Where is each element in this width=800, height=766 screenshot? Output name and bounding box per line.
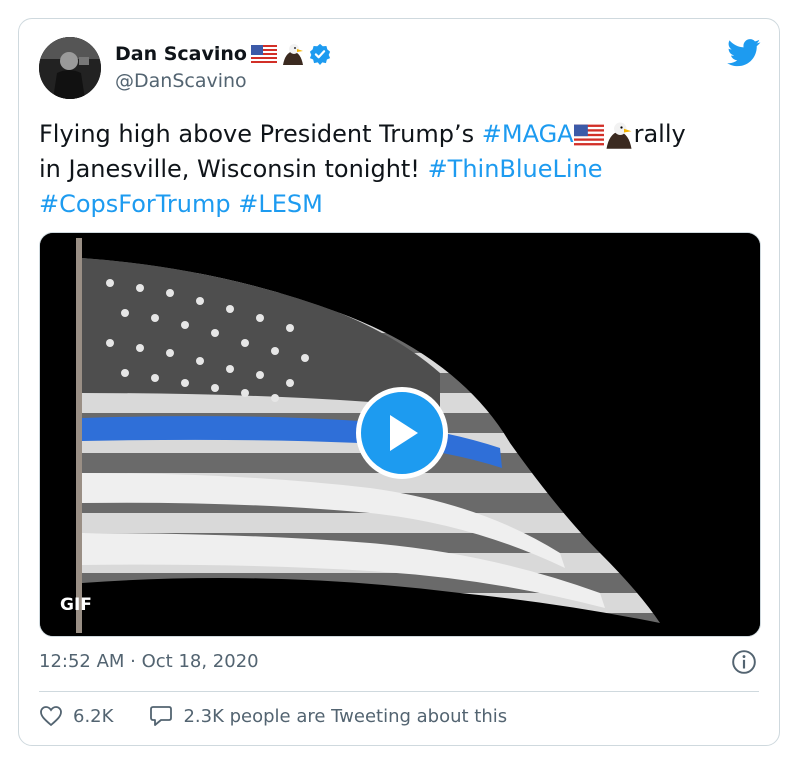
avatar-photo bbox=[39, 37, 101, 99]
speech-bubble-icon bbox=[150, 706, 173, 726]
twitter-logo-icon[interactable] bbox=[727, 39, 761, 67]
tweet-text: Flying high above President Trump’s #MAG… bbox=[39, 117, 764, 222]
play-button[interactable] bbox=[356, 387, 448, 479]
tweet-timestamp[interactable]: 12:52 AM · Oct 18, 2020 bbox=[39, 651, 259, 672]
tweet-text-segment: rally bbox=[633, 120, 686, 148]
hashtag-link[interactable]: #ThinBlueLine bbox=[428, 155, 603, 183]
eagle-emoji-icon bbox=[606, 122, 632, 149]
us-flag-emoji-icon bbox=[250, 45, 277, 63]
author-handle[interactable]: @DanScavino bbox=[115, 70, 247, 92]
hashtag-link[interactable]: #LESM bbox=[238, 190, 323, 218]
play-icon bbox=[390, 415, 418, 451]
tweet-actions: 6.2K 2.3K people are Tweeting about this bbox=[39, 705, 543, 727]
like-button[interactable]: 6.2K bbox=[39, 705, 113, 727]
author-display-name[interactable]: Dan Scavino bbox=[115, 43, 247, 65]
tweet-text-segment: in Janesville, Wisconsin tonight! bbox=[39, 155, 428, 183]
heart-icon bbox=[40, 706, 62, 727]
like-count: 6.2K bbox=[73, 705, 114, 727]
avatar[interactable] bbox=[39, 37, 101, 99]
us-flag-emoji-icon bbox=[573, 124, 604, 146]
author-name-row: Dan Scavino bbox=[115, 43, 331, 65]
gif-badge: GIF bbox=[60, 595, 92, 615]
verified-badge-icon bbox=[309, 43, 331, 65]
tweet-card: Dan Scavino @DanScavino Flying high abov… bbox=[18, 18, 780, 746]
hashtag-link[interactable]: #MAGA bbox=[482, 120, 574, 148]
divider bbox=[39, 691, 759, 692]
conversation-button[interactable]: 2.3K people are Tweeting about this bbox=[149, 705, 507, 727]
tweet-text-segment: Flying high above President Trump’s bbox=[39, 120, 482, 148]
info-icon[interactable] bbox=[731, 649, 757, 675]
eagle-emoji-icon bbox=[282, 44, 303, 65]
conversation-count: 2.3K people are Tweeting about this bbox=[183, 705, 508, 727]
hashtag-link[interactable]: #CopsForTrump bbox=[39, 190, 231, 218]
media-gif[interactable]: GIF bbox=[39, 232, 761, 637]
